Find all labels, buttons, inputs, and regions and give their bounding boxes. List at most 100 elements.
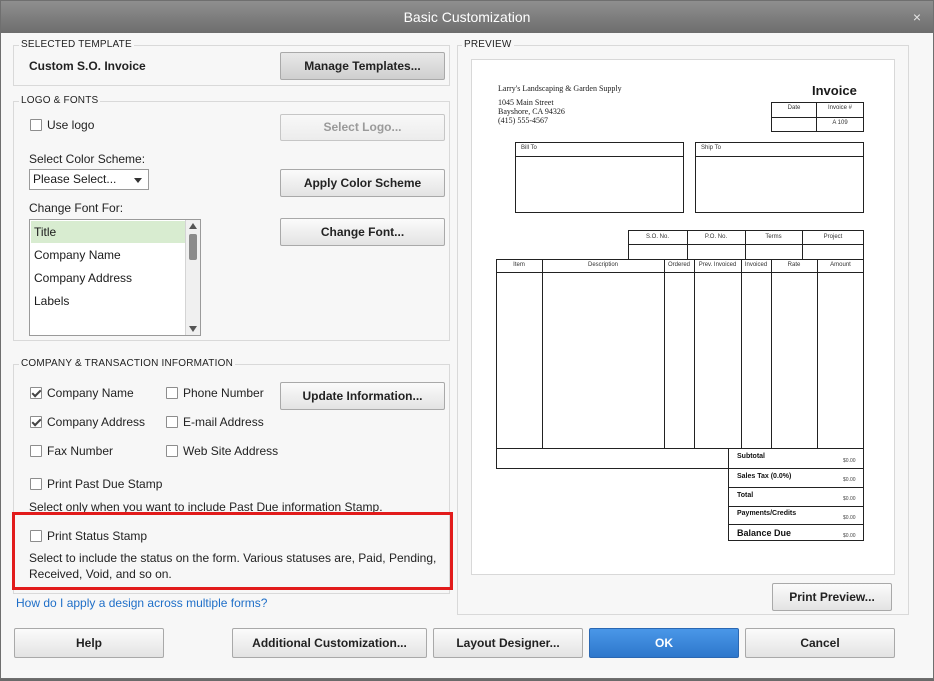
- divider: [728, 506, 864, 507]
- divider: [628, 244, 864, 245]
- list-item[interactable]: Labels: [31, 290, 185, 312]
- total-amount: $0.00: [843, 496, 856, 502]
- company-name-label: Company Name: [47, 386, 134, 400]
- list-item[interactable]: Title: [31, 221, 185, 243]
- subtotal-label: Subtotal: [737, 453, 765, 460]
- balance-due-label: Balance Due: [737, 528, 792, 538]
- column-header-amount: Amount: [830, 262, 851, 268]
- email-address-label: E-mail Address: [183, 415, 264, 429]
- change-font-for-label: Change Font For:: [29, 201, 124, 215]
- print-status-label: Print Status Stamp: [47, 529, 148, 543]
- scroll-down-icon[interactable]: [189, 326, 197, 332]
- color-scheme-dropdown[interactable]: Please Select...: [29, 169, 149, 190]
- list-item[interactable]: Company Address: [31, 267, 185, 289]
- cancel-button[interactable]: Cancel: [745, 628, 895, 658]
- help-link[interactable]: How do I apply a design across multiple …: [16, 596, 267, 610]
- selected-template-heading: SELECTED TEMPLATE: [19, 39, 134, 50]
- select-logo-button[interactable]: Select Logo...: [280, 114, 445, 141]
- column-header-ordered: Ordered: [667, 262, 690, 268]
- font-target-listbox[interactable]: Title Company Name Company Address Label…: [29, 219, 201, 336]
- apply-color-scheme-button[interactable]: Apply Color Scheme: [280, 169, 445, 197]
- help-button[interactable]: Help: [14, 628, 164, 658]
- divider: [728, 524, 864, 525]
- chevron-down-icon: [134, 178, 142, 183]
- divider: [542, 259, 543, 448]
- use-logo-label: Use logo: [47, 118, 95, 132]
- project-header: Project: [823, 234, 843, 240]
- so-number-header: S.O. No.: [645, 234, 669, 240]
- date-header: Date: [787, 105, 801, 111]
- divider: [771, 117, 864, 118]
- website-address-checkbox[interactable]: [166, 445, 178, 457]
- subtotal-amount: $0.00: [843, 458, 856, 464]
- company-address-checkbox[interactable]: [30, 416, 42, 428]
- scroll-up-icon[interactable]: [189, 223, 197, 229]
- payments-amount: $0.00: [843, 515, 856, 521]
- scrollbar-thumb[interactable]: [189, 234, 197, 260]
- print-status-checkbox[interactable]: [30, 530, 42, 542]
- basic-customization-dialog: Basic Customization × SELECTED TEMPLATE …: [0, 0, 934, 679]
- layout-designer-button[interactable]: Layout Designer...: [433, 628, 583, 658]
- color-scheme-label: Select Color Scheme:: [29, 152, 146, 166]
- preview-heading: PREVIEW: [462, 39, 514, 50]
- ok-button[interactable]: OK: [589, 628, 739, 658]
- company-name-checkbox[interactable]: [30, 387, 42, 399]
- print-past-due-label: Print Past Due Stamp: [47, 477, 163, 491]
- total-label: Total: [737, 492, 754, 499]
- bill-to-box: [515, 142, 684, 213]
- title-bar: Basic Customization ×: [1, 1, 933, 33]
- fax-number-label: Fax Number: [47, 444, 114, 458]
- divider: [728, 468, 864, 469]
- logo-fonts-heading: LOGO & FONTS: [19, 95, 101, 106]
- status-note-line2: Received, Void, and so on.: [29, 567, 172, 581]
- list-item[interactable]: Company Name: [31, 244, 185, 266]
- column-header-prev-invoiced: Prev. Invoiced: [698, 262, 737, 268]
- company-address-label: Company Address: [47, 415, 146, 429]
- divider: [515, 156, 684, 157]
- column-header-rate: Rate: [787, 262, 801, 268]
- payments-label: Payments/Credits: [737, 510, 797, 517]
- preview-doc-title: Invoice: [812, 83, 857, 98]
- close-icon[interactable]: ×: [913, 1, 921, 33]
- status-note-line1: Select to include the status on the form…: [29, 551, 437, 565]
- ship-to-label: Ship To: [701, 145, 721, 151]
- invoice-number-header: Invoice #: [827, 105, 852, 111]
- update-information-button[interactable]: Update Information...: [280, 382, 445, 410]
- preview-address1: 1045 Main Street: [498, 98, 554, 107]
- column-header-invoiced: Invoiced: [744, 262, 768, 268]
- print-past-due-checkbox[interactable]: [30, 478, 42, 490]
- website-address-label: Web Site Address: [183, 444, 279, 458]
- ship-to-box: [695, 142, 864, 213]
- change-font-button[interactable]: Change Font...: [280, 218, 445, 246]
- balance-due-amount: $0.00: [843, 533, 856, 539]
- fax-number-checkbox[interactable]: [30, 445, 42, 457]
- sales-tax-label: Sales Tax (0.0%): [737, 473, 792, 480]
- window-title: Basic Customization: [403, 9, 531, 25]
- color-scheme-value: Please Select...: [33, 172, 117, 186]
- preview-company-name: Larry's Landscaping & Garden Supply: [498, 84, 622, 93]
- additional-customization-button[interactable]: Additional Customization...: [232, 628, 427, 658]
- divider: [694, 259, 695, 448]
- invoice-number-value: A 109: [832, 120, 848, 126]
- template-name: Custom S.O. Invoice: [29, 59, 146, 73]
- divider: [771, 259, 772, 448]
- preview-address2: Bayshore, CA 94326: [498, 107, 565, 116]
- divider: [741, 259, 742, 448]
- column-header-item: Item: [513, 262, 525, 268]
- phone-number-checkbox[interactable]: [166, 387, 178, 399]
- divider: [664, 259, 665, 448]
- po-number-header: P.O. No.: [704, 234, 728, 240]
- bill-to-label: Bill To: [521, 145, 537, 151]
- column-header-description: Description: [587, 262, 618, 268]
- line-items-table: [496, 259, 864, 469]
- divider: [496, 272, 864, 273]
- use-logo-checkbox[interactable]: [30, 119, 42, 131]
- divider: [728, 487, 864, 488]
- preview-phone: (415) 555-4567: [498, 116, 548, 125]
- manage-templates-button[interactable]: Manage Templates...: [280, 52, 445, 80]
- terms-header: Terms: [765, 234, 782, 240]
- listbox-scrollbar[interactable]: [185, 220, 200, 335]
- divider: [695, 156, 864, 157]
- print-preview-button[interactable]: Print Preview...: [772, 583, 892, 611]
- email-address-checkbox[interactable]: [166, 416, 178, 428]
